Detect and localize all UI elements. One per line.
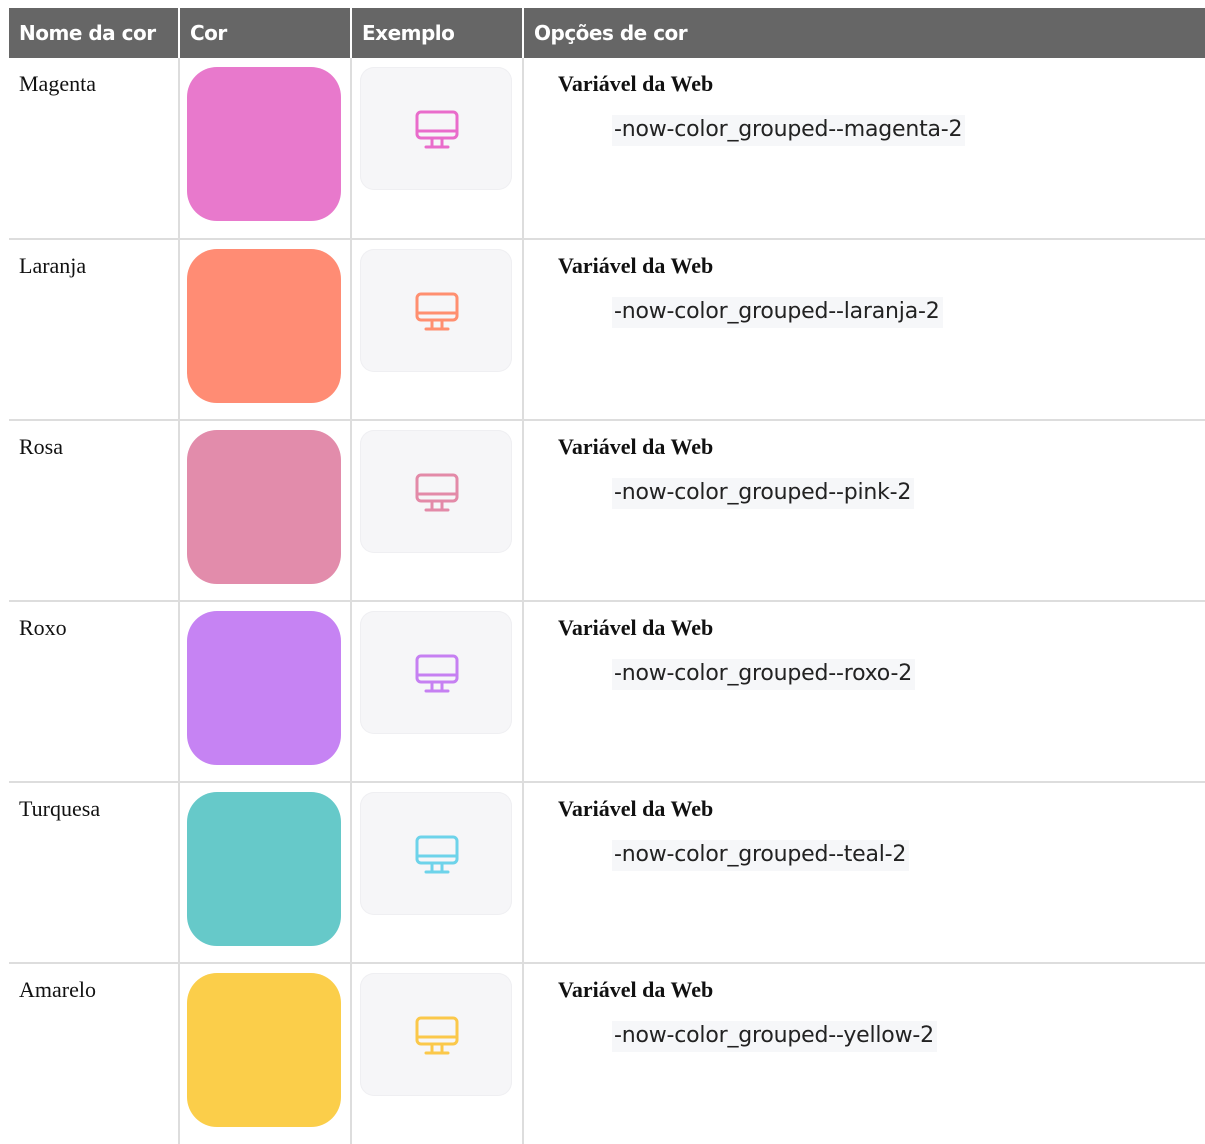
example-card [360,430,512,553]
color-swatch [187,430,341,584]
swatch-cell [178,601,351,783]
web-variable-label: Variável da Web [558,71,714,96]
color-name: Turquesa [9,782,179,964]
web-variable-label: Variável da Web [558,977,714,1002]
table-row: Magenta Variável da Web -now-color_grouped… [9,58,1205,240]
swatch-cell [178,58,351,240]
color-name: Laranja [9,239,179,421]
color-options-cell: Variável da Web -now-color_grouped--laran… [522,239,1205,421]
monitor-icon [415,110,459,149]
monitor-icon [415,1016,459,1055]
web-variable-code: -now-color_grouped--laranja-2 [612,297,943,328]
color-options-cell: Variável da Web -now-color_grouped--yello… [522,963,1205,1144]
color-options-cell: Variável da Web -now-color_grouped--pink-… [522,420,1205,602]
web-variable-label: Variável da Web [558,434,714,459]
color-swatch [187,973,341,1127]
table-row: Rosa Variável da Web -now-color_grouped--p… [9,420,1205,602]
color-name: Amarelo [19,977,96,1002]
example-card [360,973,512,1096]
example-cell [350,601,523,783]
example-card [360,611,512,734]
color-swatch [187,249,341,403]
monitor-icon [415,292,459,331]
swatch-cell [178,239,351,421]
example-cell [350,239,523,421]
color-swatch [187,611,341,765]
color-name: Rosa [9,420,179,602]
table-row: Laranja Variável da Web -now-color_grouped… [9,239,1205,421]
web-variable-label: Variável da Web [558,796,714,821]
web-variable-code: -now-color_grouped--pink-2 [612,478,915,509]
swatch-cell [178,963,351,1144]
color-options-cell: Variável da Web -now-color_grouped--teal-… [522,782,1205,964]
header-color: Cor [178,8,351,58]
monitor-icon [415,835,459,874]
header-color-name: Nome da cor [9,8,179,58]
header-color-options: Opções de cor [522,8,1205,58]
color-name: Magenta [9,58,179,240]
color-swatch [187,67,341,221]
example-cell [350,58,523,240]
header-example: Exemplo [350,8,523,58]
header-row: Nome da cor Cor Exemplo Opções de cor [9,8,1205,58]
example-card [360,792,512,915]
web-variable-code: -now-color_grouped--magenta-2 [612,115,966,146]
color-swatch [187,792,341,946]
color-table: Nome da cor Cor Exemplo Opções de cor Ma… [9,8,1205,1144]
example-cell [350,782,523,964]
swatch-cell [178,420,351,602]
color-options-cell: Variável da Web -now-color_grouped--magen… [522,58,1205,240]
swatch-cell [178,782,351,964]
web-variable-label: Variável da Web [558,615,714,640]
monitor-icon [415,654,459,693]
table-body: Magenta Variável da Web -now-color_grouped… [9,58,1205,1144]
web-variable-label: Variável da Web [558,253,714,278]
color-options-cell: Variável da Web -now-color_grouped--roxo-… [522,601,1205,783]
table-row: Amarelo Variável da Web -now-color_grouped… [9,963,1205,1144]
table-row: Turquesa Variável da Web -now-color_groupe… [9,782,1205,964]
web-variable-code: -now-color_grouped--teal-2 [612,840,910,871]
web-variable-code: -now-color_grouped--roxo-2 [612,659,916,690]
monitor-icon [415,473,459,512]
web-variable-code: -now-color_grouped--yellow-2 [612,1021,937,1052]
example-card [360,249,512,372]
example-cell [350,420,523,602]
color-name: Roxo [9,601,179,783]
example-card [360,67,512,190]
example-cell [350,963,523,1144]
table-row: Roxo Variável da Web -now-color_grouped--r… [9,601,1205,783]
